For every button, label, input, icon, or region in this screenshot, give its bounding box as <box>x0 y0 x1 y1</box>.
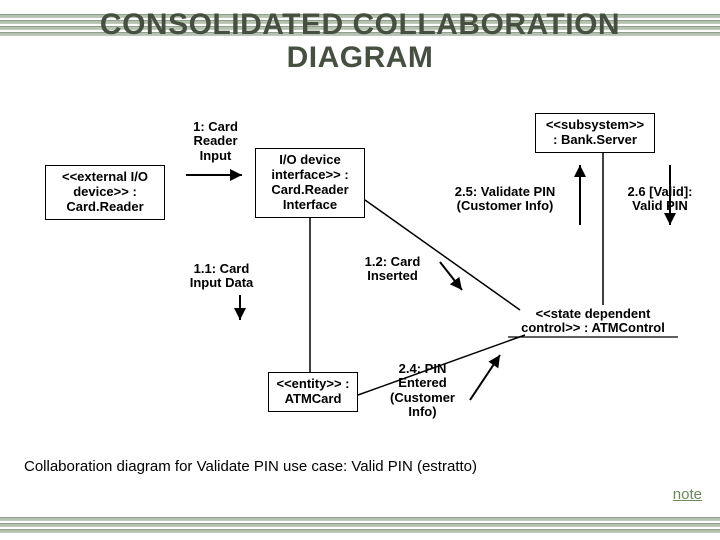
node-atm-card: <<entity>> : ATMCard <box>268 372 358 412</box>
msg-1-2: 1.2: Card Inserted <box>355 255 430 284</box>
note-link[interactable]: note <box>673 486 702 503</box>
title-band: CONSOLIDATED COLLABORATION DIAGRAM <box>0 8 720 88</box>
node-io-interface: I/O device interface>> : Card.Reader Int… <box>255 148 365 218</box>
page-title: CONSOLIDATED COLLABORATION DIAGRAM <box>0 8 720 74</box>
node-card-reader: <<external I/O device>> : Card.Reader <box>45 165 165 220</box>
title-line1: CONSOLIDATED COLLABORATION <box>100 8 620 41</box>
node-atm-control: <<state dependent control>> : ATMControl <box>508 307 678 336</box>
footer-bars <box>0 517 720 537</box>
node-bank-server: <<subsystem>> : Bank.Server <box>535 113 655 153</box>
msg-1: 1: Card Reader Input <box>183 120 248 163</box>
msg-1-1: 1.1: Card Input Data <box>184 262 259 291</box>
msg-2-4: 2.4: PIN Entered (Customer Info) <box>380 362 465 419</box>
caption: Collaboration diagram for Validate PIN u… <box>24 458 477 475</box>
msg-2-6: 2.6 [Valid]: Valid PIN <box>615 185 705 214</box>
msg-2-5: 2.5: Validate PIN (Customer Info) <box>435 185 575 214</box>
title-line2: DIAGRAM <box>287 41 434 74</box>
